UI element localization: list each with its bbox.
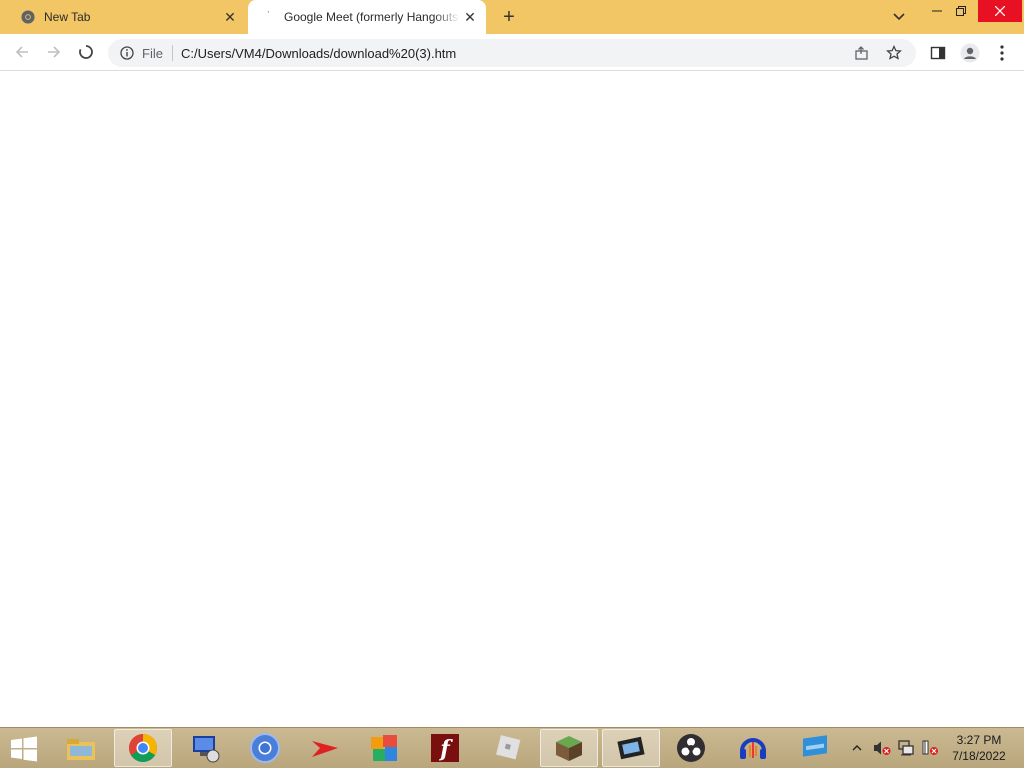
close-tab-button[interactable]: ✕: [460, 7, 480, 27]
tab-title: New Tab: [44, 10, 91, 24]
video-editor-icon[interactable]: [602, 729, 660, 767]
arrow-app-icon[interactable]: [296, 729, 354, 767]
colorful-blocks-icon[interactable]: [356, 729, 414, 767]
profile-icon: [960, 43, 980, 63]
tab-strip: New Tab ✕ Google Meet (formerly Hangouts…: [0, 0, 1024, 34]
clock-time: 3:27 PM: [956, 733, 1002, 747]
flash-player-icon[interactable]: f: [416, 729, 474, 767]
arrow-right-icon: [48, 46, 61, 58]
chrome-icon[interactable]: [114, 729, 172, 767]
side-panel-button[interactable]: [924, 39, 952, 67]
action-center-warning-icon[interactable]: [920, 728, 940, 768]
divider: [171, 45, 173, 61]
back-button[interactable]: [8, 38, 36, 66]
tab-google-meet[interactable]: Google Meet (formerly Hangouts ✕: [248, 0, 486, 34]
chevron-up-icon: [852, 745, 862, 751]
minimize-icon: [932, 10, 942, 12]
tab-new-tab[interactable]: New Tab ✕: [8, 0, 246, 34]
file-explorer-icon[interactable]: [52, 729, 110, 767]
profile-button[interactable]: [956, 39, 984, 67]
info-icon[interactable]: [118, 44, 136, 62]
stop-loading-button[interactable]: [72, 38, 100, 66]
taskbar-clock[interactable]: 3:27 PM 7/18/2022: [944, 732, 1014, 764]
side-panel-icon: [930, 46, 946, 60]
chrome-icon: [20, 9, 36, 25]
forward-button[interactable]: [40, 38, 68, 66]
restore-button[interactable]: [946, 0, 976, 22]
remote-desktop-icon[interactable]: [176, 729, 234, 767]
tab-title: Google Meet (formerly Hangouts: [284, 10, 459, 24]
tab-search-button[interactable]: [888, 6, 910, 28]
close-window-button[interactable]: [978, 0, 1022, 22]
more-vert-icon: [1000, 45, 1004, 61]
url-text[interactable]: C:/Users/VM4/Downloads/download%20(3).ht…: [181, 46, 852, 61]
clock-date: 7/18/2022: [952, 749, 1006, 763]
scheme-label: File: [142, 45, 163, 61]
close-tab-button[interactable]: ✕: [220, 7, 240, 27]
spinner-icon: [79, 45, 93, 59]
new-tab-button[interactable]: +: [498, 6, 520, 28]
taskbar: f 3:27 PM 7/18/2022: [0, 727, 1024, 768]
page-content: [0, 71, 1024, 727]
show-desktop-button[interactable]: [1014, 728, 1024, 768]
roblox-icon[interactable]: [478, 729, 536, 767]
menu-button[interactable]: [988, 39, 1016, 67]
restore-icon: [956, 6, 966, 16]
start-button[interactable]: [4, 732, 44, 766]
obs-icon[interactable]: [662, 729, 720, 767]
close-icon: [995, 6, 1005, 16]
address-bar[interactable]: File C:/Users/VM4/Downloads/download%20(…: [108, 39, 916, 67]
volume-muted-icon[interactable]: [872, 728, 892, 768]
bookmark-star-icon[interactable]: [884, 43, 904, 63]
browser-toolbar: File C:/Users/VM4/Downloads/download%20(…: [0, 34, 1024, 71]
arrow-left-icon: [15, 46, 28, 58]
share-icon[interactable]: [852, 43, 872, 63]
chromium-icon[interactable]: [236, 729, 294, 767]
loading-icon: [260, 9, 276, 25]
minecraft-icon[interactable]: [540, 729, 598, 767]
chevron-down-icon: [893, 13, 905, 21]
audacity-icon[interactable]: [724, 729, 782, 767]
network-icon[interactable]: [896, 728, 916, 768]
blue-app-icon[interactable]: [786, 729, 844, 767]
show-hidden-icons-button[interactable]: [850, 728, 864, 768]
windows-logo-icon: [11, 736, 37, 762]
